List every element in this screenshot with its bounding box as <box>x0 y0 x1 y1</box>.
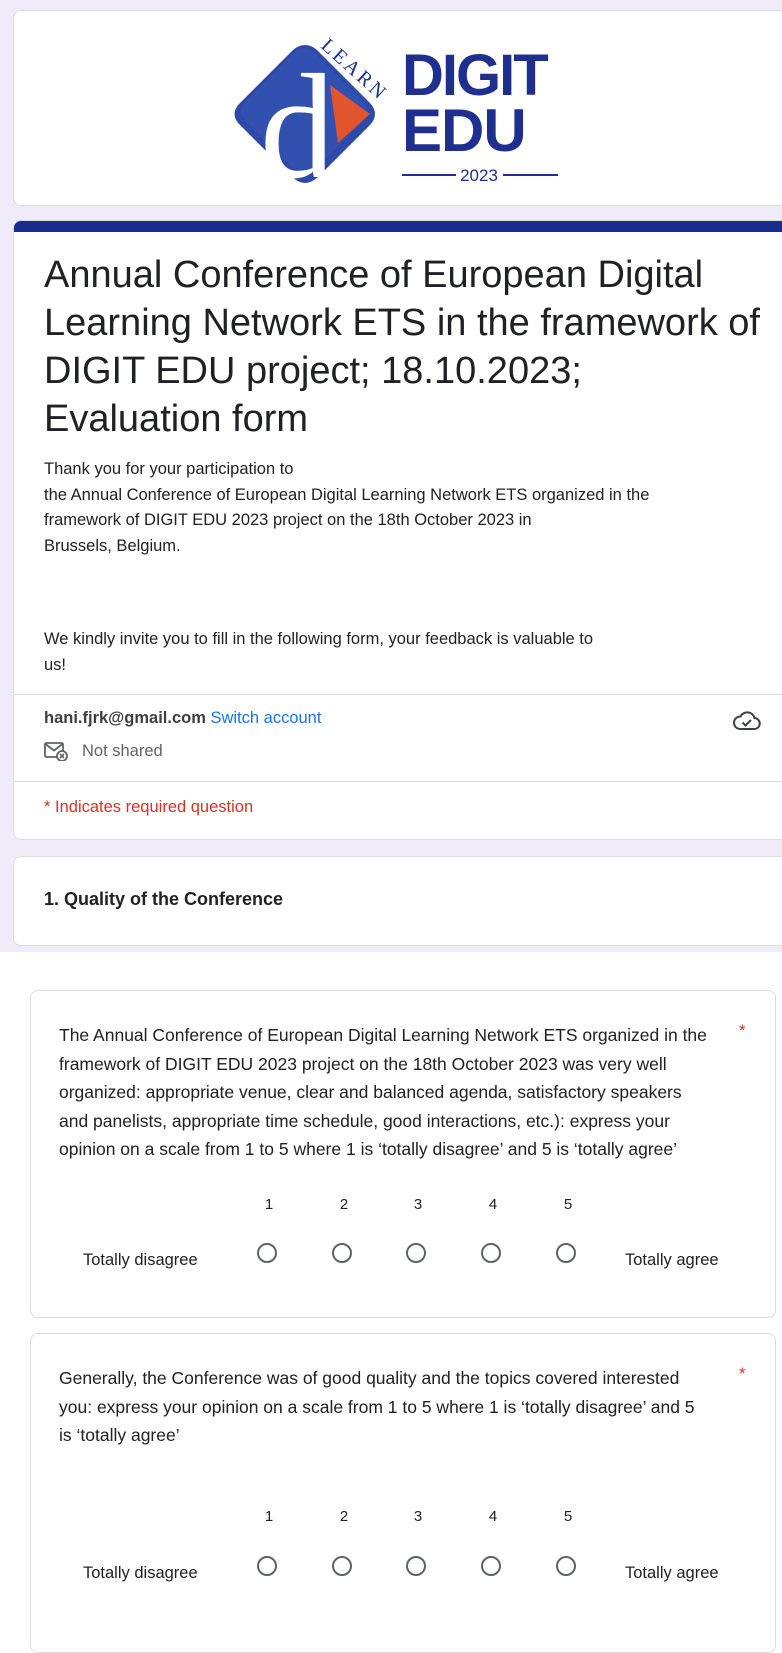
divider <box>14 694 782 695</box>
account-email: hani.fjrk@gmail.com <box>44 709 206 727</box>
scale-low-label: Totally disagree <box>83 1564 198 1582</box>
scale-number-1: 1 <box>264 1508 274 1525</box>
scale-number-3: 3 <box>413 1196 423 1213</box>
radio-option-2[interactable] <box>332 1556 352 1576</box>
required-asterisk: * <box>739 1021 746 1040</box>
radio-option-4[interactable] <box>481 1556 501 1576</box>
scale-number-3: 3 <box>413 1508 423 1525</box>
switch-account-link[interactable]: Switch account <box>210 709 321 727</box>
scale-number-1: 1 <box>264 1196 274 1213</box>
scale-number-5: 5 <box>563 1196 573 1213</box>
radio-option-3[interactable] <box>406 1243 426 1263</box>
not-shared-status: Not shared <box>44 741 163 761</box>
form-description: Thank you for your participation to the … <box>44 460 650 555</box>
required-question-note: * Indicates required question <box>44 798 254 816</box>
scale-number-2: 2 <box>339 1508 349 1525</box>
radio-option-3[interactable] <box>406 1556 426 1576</box>
question-text: The Annual Conference of European Digita… <box>59 1025 707 1159</box>
scale-number-2: 2 <box>339 1196 349 1213</box>
account-line: hani.fjrk@gmail.com Switch account <box>44 709 321 728</box>
scale-number-5: 5 <box>563 1508 573 1525</box>
logo-year-text: 2023 <box>460 166 498 185</box>
divider <box>14 781 782 782</box>
question-card: The Annual Conference of European Digita… <box>30 990 776 1318</box>
form-invite-text: We kindly invite you to fill in the foll… <box>44 630 594 674</box>
scale-number-4: 4 <box>488 1508 498 1525</box>
form-title: Annual Conference of European Digital Le… <box>44 254 760 440</box>
radio-option-5[interactable] <box>556 1556 576 1576</box>
scale-high-label: Totally agree <box>625 1564 719 1582</box>
radio-option-5[interactable] <box>556 1243 576 1263</box>
logo-edu-text: EDU <box>402 97 526 164</box>
mail-not-shared-icon <box>44 742 68 761</box>
accent-bar <box>14 221 782 232</box>
radio-option-1[interactable] <box>257 1243 277 1263</box>
section-header-card: 1. Quality of the Conference <box>13 856 782 946</box>
question-text: Generally, the Conference was of good qu… <box>59 1368 695 1445</box>
cloud-saved-icon <box>732 709 762 733</box>
scale-low-label: Totally disagree <box>83 1251 198 1269</box>
not-shared-label: Not shared <box>82 741 163 760</box>
radio-option-1[interactable] <box>257 1556 277 1576</box>
digit-edu-logo: d LEARN DIGIT EDU 2023 <box>220 25 600 210</box>
scale-high-label: Totally agree <box>625 1251 719 1269</box>
radio-option-4[interactable] <box>481 1243 501 1263</box>
form-header-card: Annual Conference of European Digital Le… <box>13 220 782 840</box>
header-image-card: d LEARN DIGIT EDU 2023 <box>13 10 782 210</box>
radio-option-2[interactable] <box>332 1243 352 1263</box>
logo-d-letter: d <box>260 44 335 195</box>
question-card: Generally, the Conference was of good qu… <box>30 1333 776 1653</box>
required-asterisk: * <box>739 1364 746 1383</box>
scale-number-4: 4 <box>488 1196 498 1213</box>
section-title: 1. Quality of the Conference <box>44 889 284 909</box>
